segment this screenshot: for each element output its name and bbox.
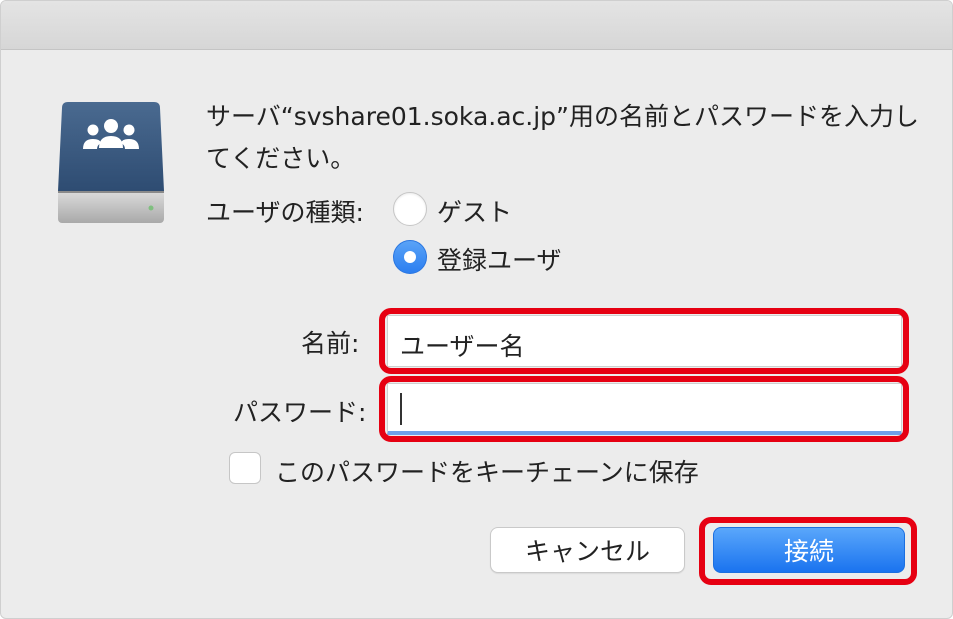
name-field[interactable]: ユーザー名 xyxy=(387,315,902,367)
user-type-label: ユーザの種類: xyxy=(206,198,364,227)
title-bar[interactable] xyxy=(1,1,952,50)
text-cursor xyxy=(400,393,402,425)
connect-button[interactable]: 接続 xyxy=(713,527,905,573)
registered-user-radio[interactable] xyxy=(393,240,427,274)
cancel-button[interactable]: キャンセル xyxy=(490,527,685,573)
connect-dialog: サーバ“svshare01.soka.ac.jp”用の名前とパスワードを入力して… xyxy=(0,0,953,619)
remember-password-checkbox[interactable] xyxy=(229,452,261,484)
password-field[interactable] xyxy=(387,383,902,435)
password-label: パスワード: xyxy=(233,398,367,427)
shared-server-drive-icon xyxy=(56,96,166,231)
prompt-message: サーバ“svshare01.soka.ac.jp”用の名前とパスワードを入力して… xyxy=(206,102,919,173)
guest-radio-label[interactable]: ゲスト xyxy=(437,193,512,229)
registered-user-radio-label[interactable]: 登録ユーザ xyxy=(437,241,562,277)
name-label: 名前: xyxy=(301,329,360,358)
radio-selected-dot xyxy=(404,251,416,263)
remember-password-label[interactable]: このパスワードをキーチェーンに保存 xyxy=(275,453,699,489)
guest-radio[interactable] xyxy=(393,192,427,226)
